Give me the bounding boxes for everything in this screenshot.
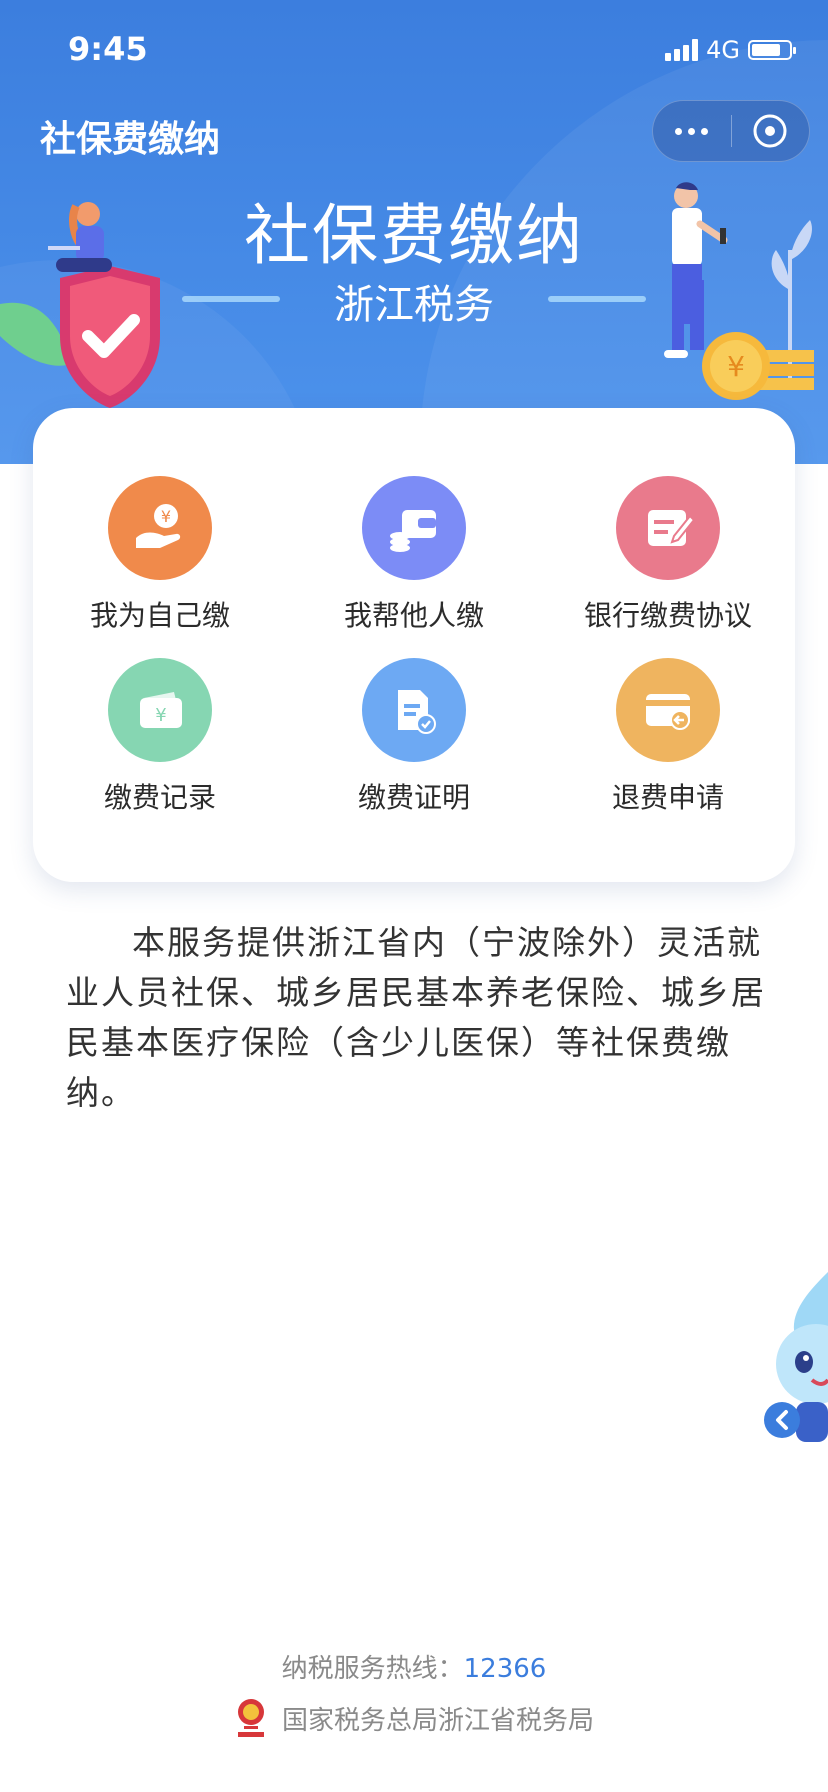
refund-card-icon xyxy=(616,658,720,762)
hotline-number[interactable]: 12366 xyxy=(464,1654,547,1684)
organization-name: 国家税务总局浙江省税务局 xyxy=(281,1705,594,1736)
hotline: 纳税服务热线：12366 xyxy=(0,1648,828,1685)
menu-item-payment-certificate[interactable]: 缴费证明 xyxy=(287,658,541,816)
close-icon[interactable] xyxy=(732,113,810,149)
hand-coin-icon: ¥ xyxy=(108,476,212,580)
certificate-icon xyxy=(362,658,466,762)
menu-item-label: 缴费记录 xyxy=(103,781,216,814)
menu-item-label: 退费申请 xyxy=(611,781,724,814)
battery-icon xyxy=(748,40,796,60)
svg-text:¥: ¥ xyxy=(155,705,166,726)
more-icon[interactable] xyxy=(653,127,731,135)
menu-item-label: 缴费证明 xyxy=(357,781,470,814)
svg-text:¥: ¥ xyxy=(727,350,745,383)
edit-document-icon xyxy=(616,476,720,580)
header-banner: ¥ 9:45 4G 社保费缴纳 社保费缴纳 浙江税务 xyxy=(0,0,828,464)
hero-title: 社保费缴纳 xyxy=(244,197,584,274)
miniprogram-capsule xyxy=(652,100,810,162)
service-description: 本服务提供浙江省内（宁波除外）灵活就业人员社保、城乡居民基本养老保险、城乡居民基… xyxy=(66,923,766,1112)
menu-item-payment-records[interactable]: ¥ 缴费记录 xyxy=(33,658,287,816)
yuan-card-icon: ¥ xyxy=(108,658,212,762)
menu-item-label: 我帮他人缴 xyxy=(343,599,484,632)
menu-item-bank-agreement[interactable]: 银行缴费协议 xyxy=(541,476,795,634)
network-type: 4G xyxy=(706,36,740,64)
status-time: 9:45 xyxy=(68,30,148,68)
menu-item-pay-for-others[interactable]: 我帮他人缴 xyxy=(287,476,541,634)
svg-text:¥: ¥ xyxy=(161,507,171,526)
nav-title: 社保费缴纳 xyxy=(40,119,221,160)
organization: 国家税务总局浙江省税务局 xyxy=(0,1696,828,1740)
hero-subtitle: 浙江税务 xyxy=(334,282,494,328)
menu-item-label: 银行缴费协议 xyxy=(583,599,752,632)
mascot-assistant[interactable] xyxy=(756,1272,828,1452)
hotline-label: 纳税服务热线： xyxy=(281,1654,464,1684)
menu-item-label: 我为自己缴 xyxy=(89,599,230,632)
tax-bureau-emblem-icon xyxy=(237,1699,264,1737)
status-indicators: 4G xyxy=(665,36,796,64)
menu-item-refund-application[interactable]: 退费申请 xyxy=(541,658,795,816)
service-menu-card: ¥ 我为自己缴 我帮他人缴 银行缴费协议 ¥ 缴费记录 缴费证明 退费申请 xyxy=(33,408,795,882)
hero-divider-right xyxy=(548,296,646,302)
menu-item-self-pay[interactable]: ¥ 我为自己缴 xyxy=(33,476,287,634)
wallet-icon xyxy=(362,476,466,580)
signal-icon xyxy=(665,39,699,61)
